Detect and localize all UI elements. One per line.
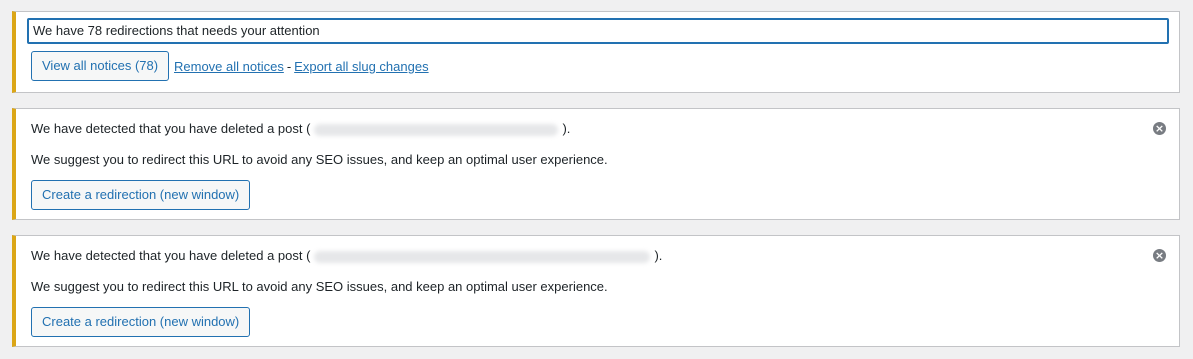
view-all-notices-button[interactable]: View all notices (78) [31,51,170,81]
create-redirection-button[interactable]: Create a redirection (new window) [31,307,251,337]
deleted-post-suffix: ). [562,121,571,136]
deleted-post-notice: We have detected that you have deleted a… [12,108,1180,220]
redirections-summary-notice: We have 78 redirections that needs your … [12,11,1180,93]
link-separator: - [286,59,292,74]
redirect-suggestion: We suggest you to redirect this URL to a… [31,279,608,294]
deleted-post-prefix: We have detected that you have deleted a… [31,121,311,136]
deleted-post-notice: We have detected that you have deleted a… [12,235,1180,347]
create-redirection-button[interactable]: Create a redirection (new window) [31,180,251,210]
redacted-post-url [314,250,651,263]
remove-all-notices-link[interactable]: Remove all notices [174,59,284,74]
close-circle-icon[interactable]: × [1153,122,1166,135]
export-slug-changes-link[interactable]: Export all slug changes [294,59,428,74]
summary-message: We have 78 redirections that needs your … [27,18,1169,44]
redirect-suggestion: We suggest you to redirect this URL to a… [31,152,608,167]
redacted-post-url [314,123,559,136]
deleted-post-message: We have detected that you have deleted a… [31,247,662,265]
deleted-post-suffix: ). [654,248,663,263]
notice-actions: Remove all notices - Export all slug chang… [174,59,429,75]
deleted-post-prefix: We have detected that you have deleted a… [31,248,311,263]
deleted-post-message: We have detected that you have deleted a… [31,120,570,138]
close-circle-icon[interactable]: × [1153,249,1166,262]
